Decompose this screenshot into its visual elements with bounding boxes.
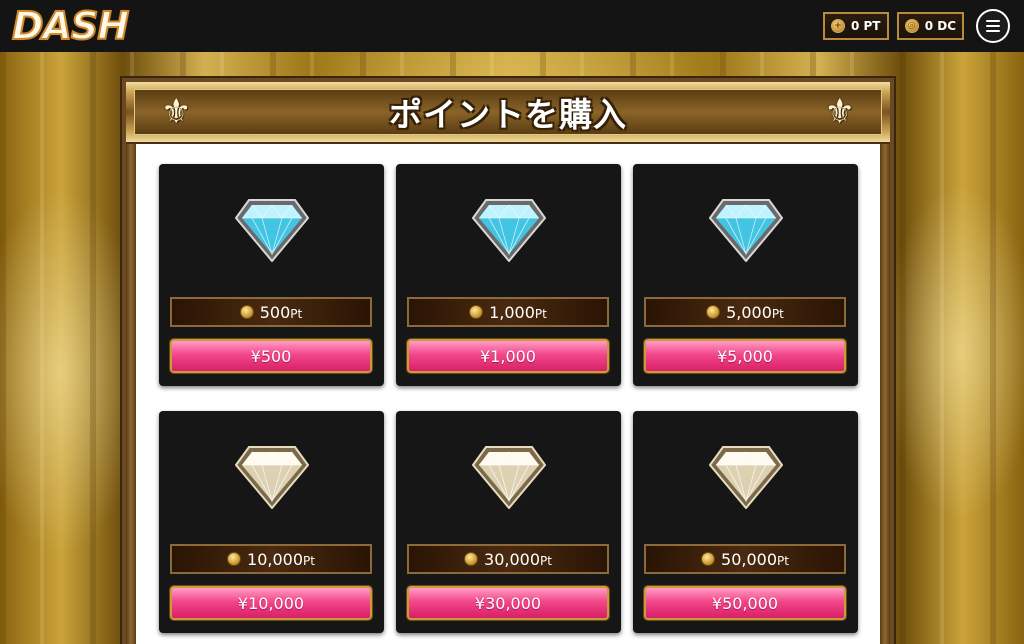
points-amount: 50,000Pt: [644, 544, 846, 574]
hamburger-menu-icon[interactable]: [976, 9, 1010, 43]
points-amount: 5,000Pt: [644, 297, 846, 327]
blue-diamond-icon: [235, 199, 309, 262]
dc-balance-badge[interactable]: ◎ 0 DC: [896, 12, 964, 40]
dash-logo[interactable]: DASH: [11, 6, 130, 46]
point-package-card: 5,000Pt ¥5,000: [633, 164, 858, 386]
white-diamond-icon: [709, 446, 783, 509]
dc-balance: 0 DC: [924, 19, 956, 33]
point-package-card: 10,000Pt ¥10,000: [159, 411, 384, 633]
buy-button[interactable]: ¥5,000: [644, 339, 846, 373]
white-diamond-icon: [472, 446, 546, 509]
dc-coin-icon: ◎: [904, 19, 919, 33]
pt-balance: 0 PT: [850, 19, 881, 33]
points-value: 30,000: [484, 549, 541, 569]
points-value: 500: [259, 302, 291, 322]
point-package-card: 1,000Pt ¥1,000: [396, 164, 621, 386]
white-diamond-icon: [235, 446, 309, 509]
points-unit: Pt: [540, 553, 552, 568]
points-unit: Pt: [777, 553, 789, 568]
header-right: + 0 PT ◎ 0 DC: [822, 9, 1010, 43]
buy-button[interactable]: ¥1,000: [407, 339, 609, 373]
points-value: 5,000: [726, 302, 772, 322]
top-bar: DASH + 0 PT ◎ 0 DC: [0, 0, 1024, 52]
points-amount: 10,000Pt: [170, 544, 372, 574]
purchase-panel: ⚜ ポイントを購入 ⚜ 500Pt ¥500 1,000Pt ¥1,000 5,…: [122, 78, 894, 644]
pt-coin-icon: +: [830, 19, 845, 33]
coin-icon: [706, 305, 721, 319]
coin-icon: [227, 552, 242, 566]
point-package-grid: 500Pt ¥500 1,000Pt ¥1,000 5,000Pt ¥5,000: [159, 164, 858, 633]
fleur-de-lis-icon: ⚜: [161, 92, 192, 132]
fleur-de-lis-icon: ⚜: [824, 92, 855, 132]
points-amount: 500Pt: [170, 297, 372, 327]
points-amount: 30,000Pt: [407, 544, 609, 574]
coin-icon: [469, 305, 484, 319]
buy-button[interactable]: ¥10,000: [170, 586, 372, 620]
page-title: ポイントを購入: [389, 95, 627, 134]
pt-balance-badge[interactable]: + 0 PT: [822, 12, 889, 40]
point-package-card: 30,000Pt ¥30,000: [396, 411, 621, 633]
point-package-card: 500Pt ¥500: [159, 164, 384, 386]
coin-icon: [464, 552, 479, 566]
coin-icon: [701, 552, 716, 566]
buy-button[interactable]: ¥30,000: [407, 586, 609, 620]
buy-button[interactable]: ¥50,000: [644, 586, 846, 620]
buy-button[interactable]: ¥500: [170, 339, 372, 373]
point-package-card: 50,000Pt ¥50,000: [633, 411, 858, 633]
coin-icon: [239, 305, 254, 319]
points-amount: 1,000Pt: [407, 297, 609, 327]
panel-banner: ⚜ ポイントを購入 ⚜: [126, 82, 890, 144]
points-unit: Pt: [303, 553, 315, 568]
points-value: 50,000: [721, 549, 778, 569]
points-value: 1,000: [489, 302, 535, 322]
points-unit: Pt: [771, 306, 784, 321]
blue-diamond-icon: [709, 199, 783, 262]
points-value: 10,000: [247, 549, 304, 569]
points-unit: Pt: [534, 306, 547, 321]
points-unit: Pt: [290, 306, 303, 321]
blue-diamond-icon: [472, 199, 546, 262]
